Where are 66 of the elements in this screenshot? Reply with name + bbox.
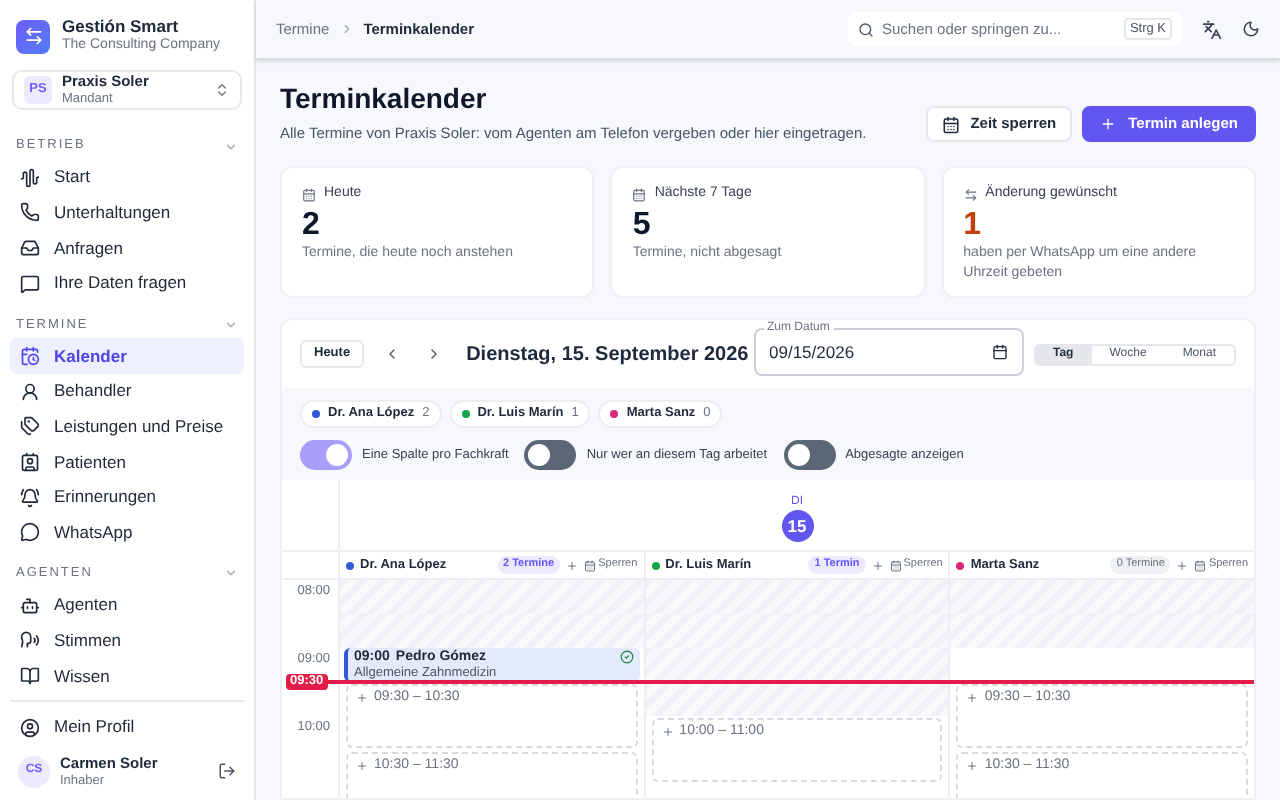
calendar-icon: [584, 559, 597, 571]
chevron-right-icon: [339, 22, 354, 36]
sidebar-item[interactable]: Behandler: [10, 373, 244, 410]
sidebar-item[interactable]: Mein Profil: [10, 709, 244, 746]
user-circle-icon: [20, 717, 40, 738]
sidebar-item[interactable]: Stimmen: [10, 623, 244, 659]
date-title: Dienstag, 15. September 2026: [466, 341, 749, 369]
sidebar-item[interactable]: Wissen: [10, 658, 244, 694]
plus-icon[interactable]: [871, 559, 884, 571]
stat-value: 5: [632, 205, 653, 243]
search-icon: [858, 21, 874, 37]
sidebar-item[interactable]: Unterhaltungen: [10, 195, 244, 231]
plus-icon: [661, 726, 674, 738]
calendar-icon: [991, 343, 1007, 359]
arrows-icon: [23, 26, 43, 46]
inbox-icon: [20, 237, 40, 258]
translate-icon[interactable]: [1202, 19, 1222, 39]
stat-value: 1: [963, 205, 984, 243]
calendar-icon: [20, 346, 40, 367]
toggle-switch[interactable]: [524, 440, 577, 470]
phone-icon: [20, 202, 40, 223]
plus-icon: [356, 760, 368, 772]
sidebar-item[interactable]: WhatsApp: [10, 514, 244, 550]
plus-icon: [356, 692, 368, 704]
logout-icon[interactable]: [218, 762, 236, 781]
sidebar-item[interactable]: Leistungen und Preise: [10, 409, 244, 445]
chevron-down-icon: [224, 566, 238, 581]
plus-icon: [966, 760, 979, 772]
sidebar-item[interactable]: Ihre Daten fragen: [10, 265, 244, 301]
date-input[interactable]: 09/15/2026: [769, 335, 991, 367]
chat-bubble-icon: [20, 522, 40, 543]
calendar-icon: [1194, 559, 1207, 571]
book-icon: [20, 665, 40, 686]
sidebar-item[interactable]: Kalender: [10, 338, 244, 374]
toggle-switch[interactable]: [783, 440, 836, 470]
robot-icon: [20, 595, 40, 616]
plus-icon: [966, 692, 979, 704]
chat-bubble-icon: [20, 273, 40, 294]
day-number-badge: 15: [781, 510, 813, 542]
sidebar-item[interactable]: Start: [10, 160, 244, 196]
calendar-icon: [632, 187, 647, 202]
toggle-switch[interactable]: [300, 440, 352, 470]
sidebar-item[interactable]: Patienten: [10, 444, 244, 480]
bell-icon: [20, 487, 40, 508]
calendar-icon: [302, 187, 316, 202]
speaking-person-icon: [20, 630, 40, 651]
page-title: Terminkalender: [280, 81, 489, 116]
chevron-down-icon: [224, 317, 238, 332]
arrows-icon: [963, 187, 978, 202]
stat-value: 2: [302, 205, 322, 243]
person-icon: [20, 381, 40, 402]
plus-icon: [1100, 116, 1117, 132]
sidebar-item[interactable]: Erinnerungen: [10, 479, 244, 515]
app-name: Gestión Smart: [62, 16, 181, 36]
chevrons-icon: [214, 82, 230, 98]
calendar-icon: [942, 115, 961, 133]
id-card-icon: [20, 451, 40, 472]
moon-icon[interactable]: [1242, 20, 1260, 38]
sidebar-item[interactable]: Anfragen: [10, 230, 244, 266]
calendar-icon: [889, 559, 902, 571]
plus-icon[interactable]: [1176, 559, 1189, 571]
tag-icon: [20, 416, 40, 437]
chevron-down-icon: [224, 139, 238, 153]
plus-icon[interactable]: [566, 559, 579, 571]
sidebar-item[interactable]: Agenten: [10, 587, 244, 624]
waveform-icon: [20, 167, 40, 188]
